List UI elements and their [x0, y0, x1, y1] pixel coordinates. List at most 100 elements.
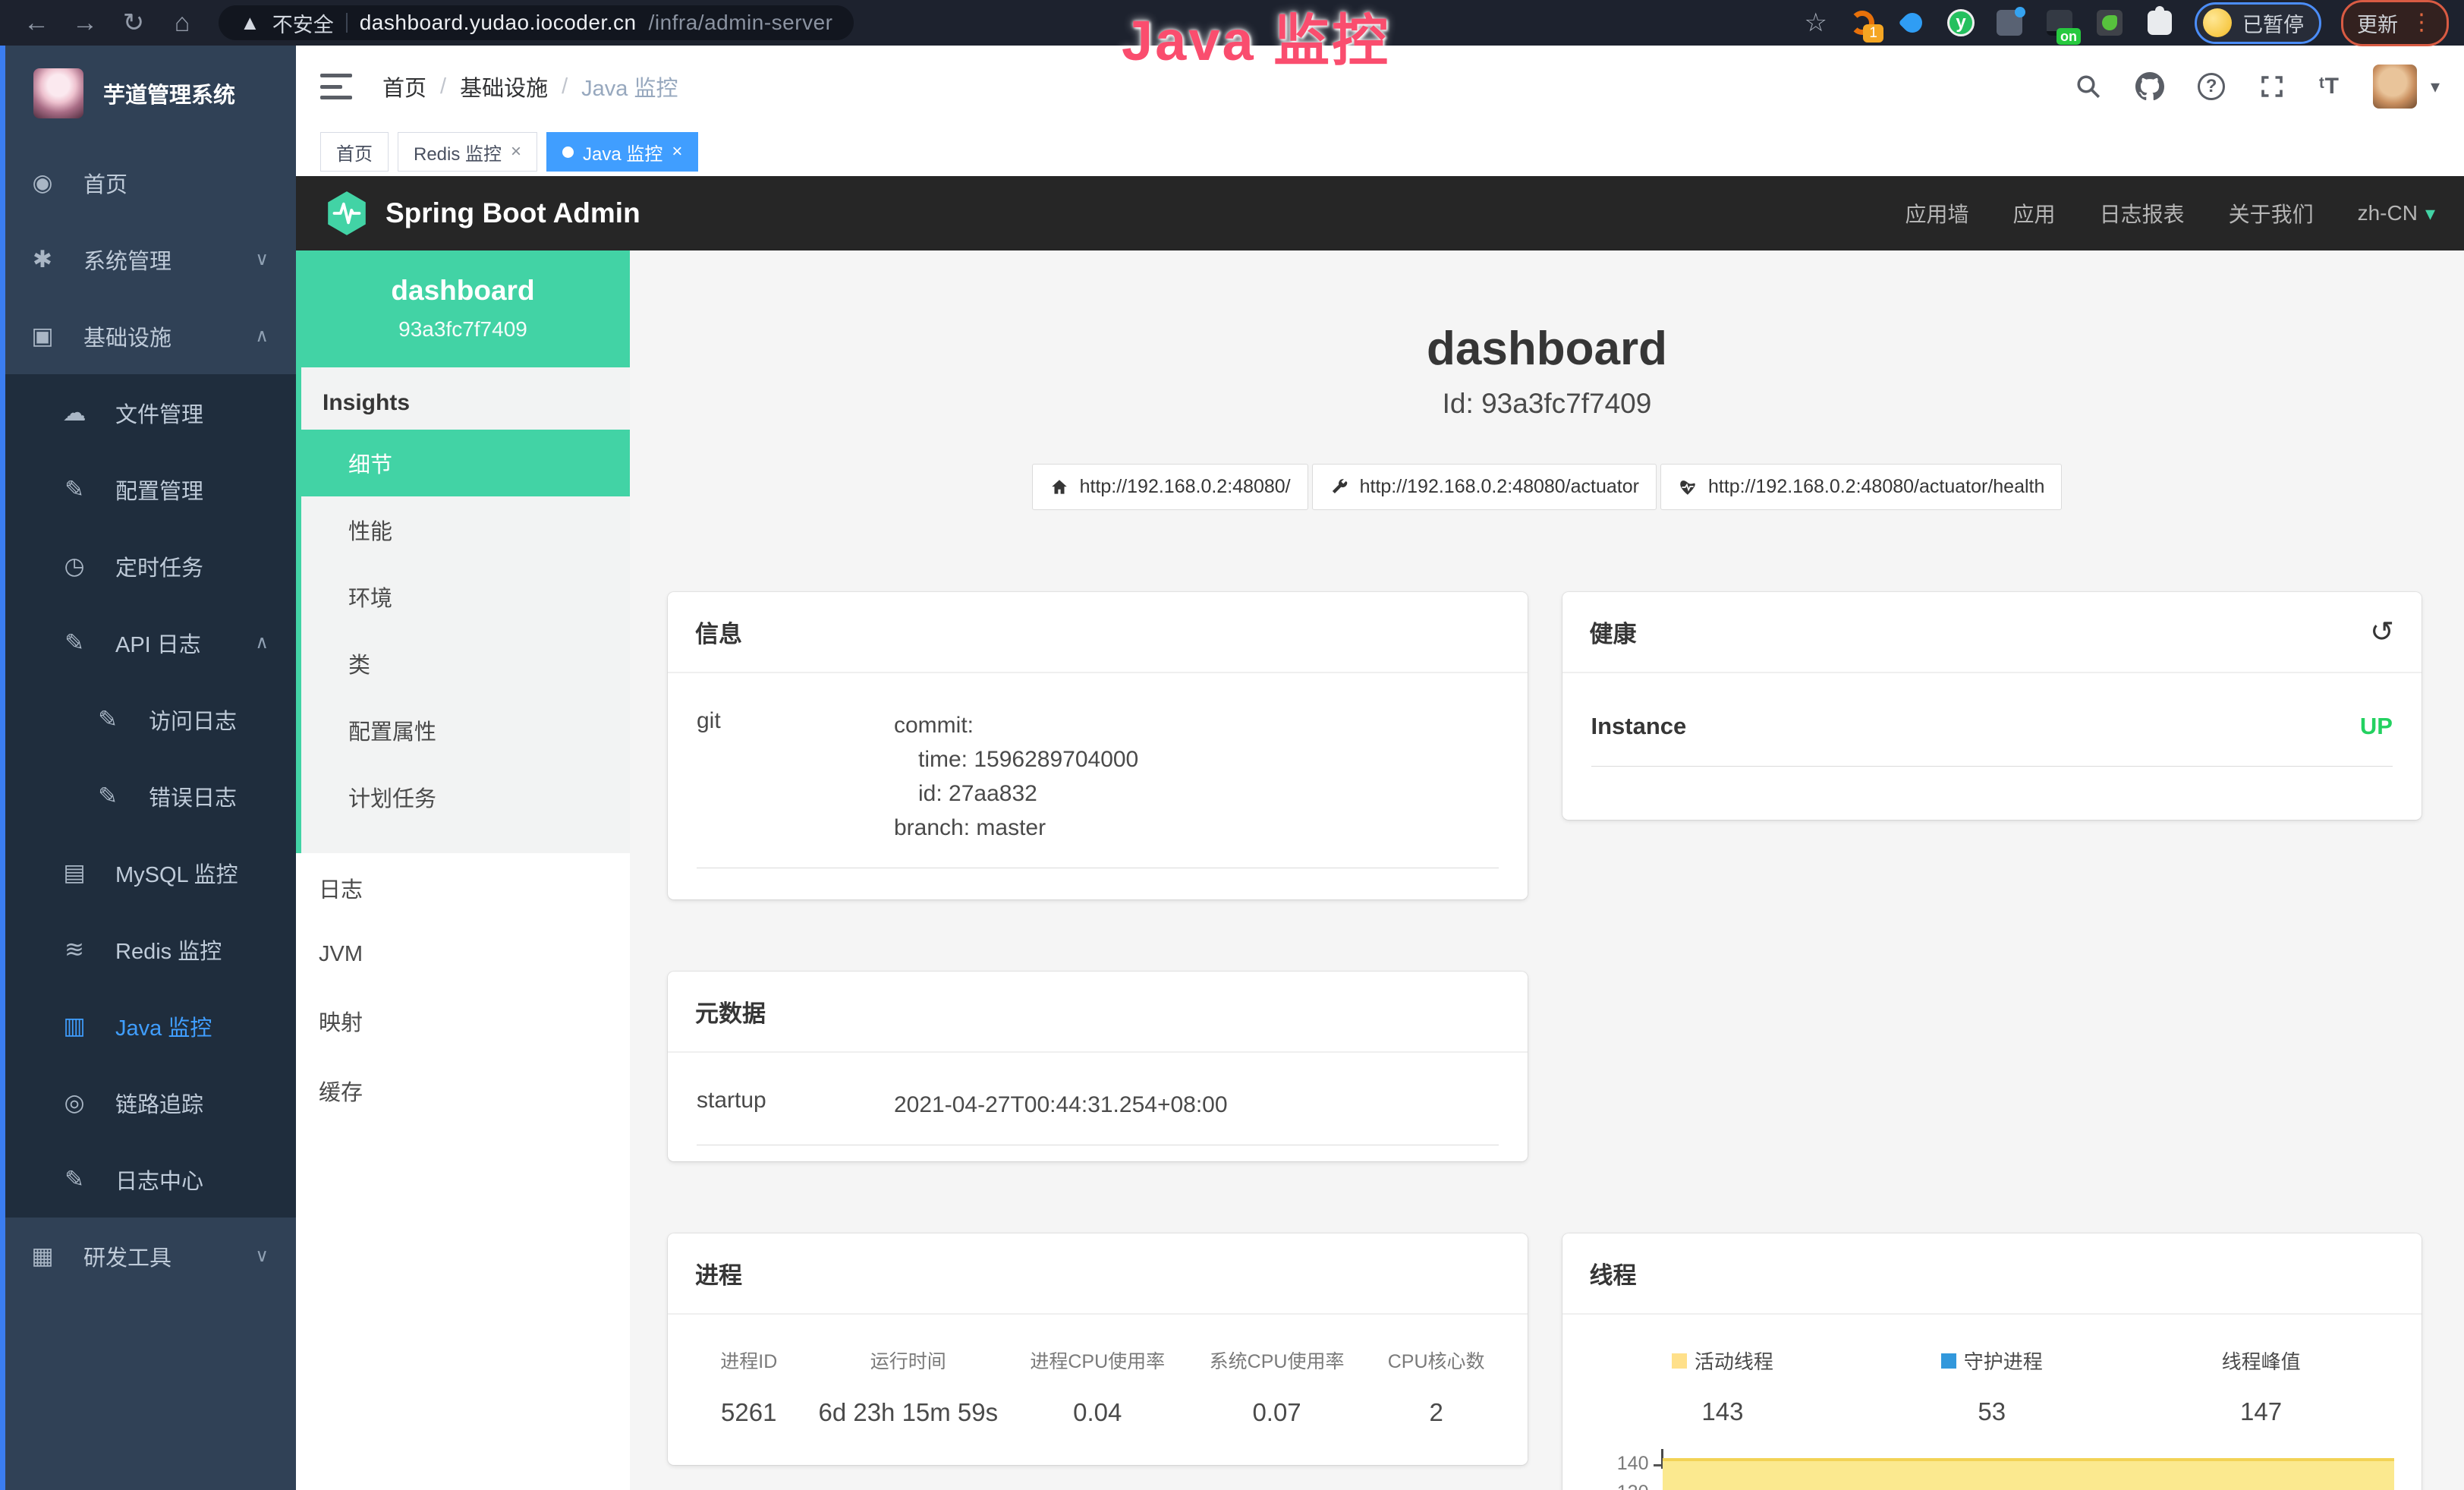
extension-pin-icon[interactable] [1897, 8, 1927, 38]
sidebar-item-error-log[interactable]: ✎ 错误日志 [0, 758, 296, 834]
browser-menu-icon[interactable]: ⋮ [2410, 11, 2433, 34]
menu-item-mappings[interactable]: 映射 [296, 986, 630, 1056]
actuator-url-text: http://192.168.0.2:48080/actuator [1360, 476, 1639, 498]
tab-home[interactable]: 首页 [320, 132, 389, 172]
sba-nav-about[interactable]: 关于我们 [2229, 198, 2314, 228]
git-commit-line: commit: [894, 708, 1138, 742]
sba-language-select[interactable]: zh-CN ▾ [2358, 201, 2435, 225]
extension-puzzle-icon[interactable] [2145, 8, 2175, 38]
sidebar-item-api-log[interactable]: ✎ API 日志 ∧ [0, 604, 296, 681]
url-host: dashboard.yudao.iocoder.cn [360, 11, 637, 35]
process-col-header: 进程CPU使用率 [1008, 1347, 1187, 1374]
actuator-url-link[interactable]: http://192.168.0.2:48080/actuator [1312, 464, 1657, 510]
threads-chart: 140 120 100 [1562, 1447, 2422, 1490]
extension-switch-icon[interactable]: on [2044, 8, 2075, 38]
sba-navbar: Spring Boot Admin 应用墙 应用 日志报表 关于我们 zh-CN… [296, 176, 2464, 250]
menu-item-metrics[interactable]: 性能 [301, 496, 630, 563]
history-icon[interactable]: ↺ [2370, 621, 2394, 644]
sidebar-item-label: 链路追踪 [115, 1087, 203, 1119]
metadata-startup-label: startup [697, 1088, 894, 1122]
browser-back-icon[interactable]: ← [15, 1, 58, 45]
instance-header[interactable]: dashboard 93a3fc7f7409 [296, 250, 630, 367]
sidebar-item-label: MySQL 监控 [115, 857, 238, 889]
search-icon[interactable] [2075, 73, 2102, 100]
sidebar-item-system[interactable]: ✱ 系统管理 ∨ [0, 221, 296, 298]
breadcrumb-infrastructure[interactable]: 基础设施 [460, 71, 548, 102]
menu-item-scheduledtasks[interactable]: 计划任务 [301, 764, 630, 830]
close-icon[interactable]: × [672, 141, 682, 162]
menu-item-configprops[interactable]: 配置属性 [301, 697, 630, 764]
service-url-link[interactable]: http://192.168.0.2:48080/ [1032, 464, 1308, 510]
sidebar-item-trace[interactable]: ◎ 链路追踪 [0, 1064, 296, 1141]
help-icon[interactable]: ? [2198, 73, 2225, 100]
extension-grid-icon[interactable] [1994, 8, 2025, 38]
avatar-caret-icon[interactable]: ▾ [2431, 76, 2440, 98]
menu-item-details[interactable]: 细节 [301, 430, 630, 496]
database-icon: ▤ [59, 859, 90, 887]
breadcrumb-home[interactable]: 首页 [382, 71, 426, 102]
close-icon[interactable]: × [511, 141, 521, 162]
hamburger-icon[interactable] [320, 74, 352, 99]
bookmark-star-icon[interactable]: ☆ [1805, 8, 1827, 38]
font-size-icon[interactable]: ᵗT [2319, 74, 2340, 99]
tab-java-monitor[interactable]: Java 监控 × [546, 132, 698, 172]
sidebar-item-devtools[interactable]: ▦ 研发工具 ∨ [0, 1218, 296, 1294]
profile-paused-badge[interactable]: 已暂停 [2195, 2, 2321, 44]
browser-update-button[interactable]: 更新 ⋮ [2341, 0, 2449, 46]
extension-y-icon[interactable]: y [1947, 9, 1975, 36]
sidebar-item-redis-monitor[interactable]: ≋ Redis 监控 [0, 911, 296, 988]
sidebar-item-infrastructure[interactable]: ▣ 基础设施 ∧ [0, 298, 296, 374]
sba-brand-title: Spring Boot Admin [385, 197, 640, 229]
tab-label: 首页 [336, 139, 373, 165]
menu-item-jvm[interactable]: JVM [296, 923, 630, 986]
url-separator [346, 13, 348, 33]
address-bar[interactable]: ▲ 不安全 dashboard.yudao.iocoder.cn /infra/… [219, 5, 854, 40]
tab-redis-monitor[interactable]: Redis 监控 × [398, 132, 537, 172]
github-icon[interactable] [2135, 72, 2164, 101]
annotation-java-monitor: Java 监控 [1122, 0, 1390, 77]
process-pid-value: 5261 [689, 1398, 809, 1427]
sidebar-item-home[interactable]: ◉ 首页 [0, 144, 296, 221]
sidebar-item-label: Java 监控 [115, 1010, 212, 1042]
browser-forward-icon[interactable]: → [64, 1, 106, 45]
sidebar-item-config-manage[interactable]: ✎ 配置管理 [0, 451, 296, 528]
legend-label-live: 活动线程 [1695, 1347, 1773, 1375]
legend-label-daemon: 守护进程 [1964, 1347, 2043, 1375]
breadcrumb: 首页 / 基础设施 / Java 监控 [382, 71, 678, 102]
sidebar-item-scheduled-task[interactable]: ◷ 定时任务 [0, 528, 296, 604]
health-url-text: http://192.168.0.2:48080/actuator/health [1708, 476, 2044, 498]
app-logo-row[interactable]: 芋道管理系统 [0, 46, 296, 144]
fullscreen-icon[interactable] [2258, 73, 2286, 100]
log-edit-icon: ✎ [59, 1166, 90, 1193]
security-warning-icon: ▲ [240, 11, 260, 35]
extension-colorzilla-icon[interactable]: 1 [1847, 8, 1877, 38]
sidebar-item-java-monitor[interactable]: ▥ Java 监控 [0, 988, 296, 1064]
sidebar-item-file-manage[interactable]: ☁ 文件管理 [0, 374, 296, 451]
health-url-link[interactable]: http://192.168.0.2:48080/actuator/health [1660, 464, 2062, 510]
log-edit-icon: ✎ [59, 629, 90, 657]
browser-home-icon[interactable]: ⌂ [161, 1, 203, 45]
extension-badge-count: 1 [1863, 24, 1883, 43]
sidebar-item-access-log[interactable]: ✎ 访问日志 [0, 681, 296, 758]
legend-label-peak: 线程峰值 [2222, 1347, 2301, 1375]
sba-brand[interactable]: Spring Boot Admin [325, 190, 640, 237]
menu-item-classes[interactable]: 类 [301, 630, 630, 697]
user-avatar[interactable] [2373, 65, 2417, 109]
sidebar-item-mysql-monitor[interactable]: ▤ MySQL 监控 [0, 834, 296, 911]
menu-item-environment[interactable]: 环境 [301, 563, 630, 630]
monitor-icon: ▣ [27, 323, 58, 350]
peak-threads-value: 147 [2126, 1397, 2396, 1426]
sidebar-item-log-center[interactable]: ✎ 日志中心 [0, 1141, 296, 1218]
menu-item-loggers[interactable]: 日志 [296, 853, 630, 923]
sba-nav-journal[interactable]: 日志报表 [2100, 198, 2185, 228]
extension-leaf-icon[interactable] [2094, 8, 2125, 38]
menu-item-caches[interactable]: 缓存 [296, 1056, 630, 1126]
sba-nav-applications[interactable]: 应用 [2013, 198, 2056, 228]
paused-label: 已暂停 [2242, 8, 2304, 38]
live-threads-area-series [1663, 1458, 2395, 1490]
tab-label: Redis 监控 [414, 139, 502, 165]
sba-nav-wallboard[interactable]: 应用墙 [1905, 198, 1969, 228]
gear-icon: ✱ [27, 246, 58, 273]
update-label: 更新 [2357, 8, 2398, 38]
browser-reload-icon[interactable]: ↻ [112, 1, 155, 45]
